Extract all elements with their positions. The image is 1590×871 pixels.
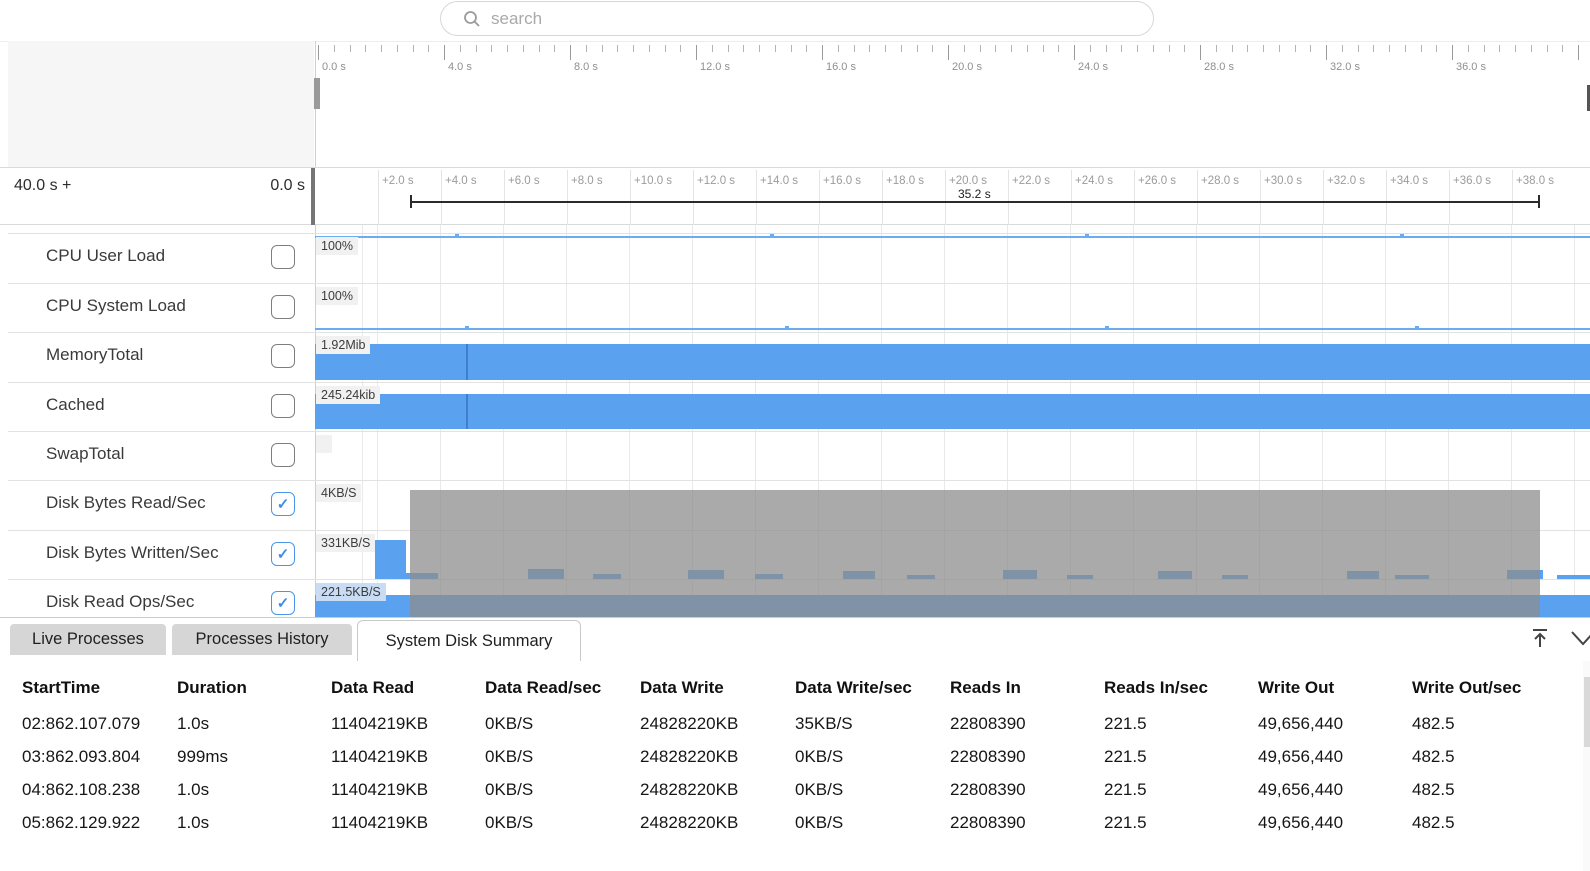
table-cell: 04:862.108.238 xyxy=(22,780,141,799)
table-cell: 24828220KB xyxy=(640,714,739,733)
scale-value-chip xyxy=(316,435,332,453)
table-cell: 1.0s xyxy=(177,780,210,799)
table-cell: 999ms xyxy=(177,747,229,766)
table-scrollbar-thumb[interactable] xyxy=(1584,677,1590,747)
table-cell: 11404219KB xyxy=(331,780,429,799)
row-separator xyxy=(8,332,1590,333)
metric-checkbox[interactable] xyxy=(271,394,295,418)
performance-monitor-window: search 0.0 s 4.0 s 8.0 s 12.0 s 16.0 s 20.0 s… xyxy=(0,0,1590,871)
table-row[interactable]: 04:862.108.238 1.0s 11404219KB 0KB/S 2482822… xyxy=(0,776,1590,809)
table-header-cell: StartTime xyxy=(22,678,101,697)
table-header-cell: Data Write/sec xyxy=(795,678,912,697)
panel-controls xyxy=(1520,626,1590,652)
table-header-cell: Data Read xyxy=(331,678,415,697)
table-cell: 24828220KB xyxy=(640,747,739,766)
table-header-cell: Write Out/sec xyxy=(1412,678,1522,697)
table-cell: 1.0s xyxy=(177,714,210,733)
table-cell: 22808390 xyxy=(950,747,1026,766)
table-cell: 05:862.129.922 xyxy=(22,813,141,832)
table-cell: 24828220KB xyxy=(640,813,739,832)
table-cell: 35KB/S xyxy=(795,714,853,733)
scale-value-chip: 100% xyxy=(316,287,358,305)
table-cell: 221.5 xyxy=(1104,780,1147,799)
table-cell: 11404219KB xyxy=(331,714,429,733)
table-cell: 49,656,440 xyxy=(1258,747,1344,766)
table-header-cell: Duration xyxy=(177,678,247,697)
table-cell: 03:862.093.804 xyxy=(22,747,141,766)
table-row[interactable]: 05:862.129.922 1.0s 11404219KB 0KB/S 2482822… xyxy=(0,809,1590,842)
chevron-down-icon[interactable] xyxy=(1568,626,1590,650)
system-disk-summary-table: StartTime Duration Data Read Data Read/sec D… xyxy=(0,666,1590,871)
table-cell: 0KB/S xyxy=(795,747,844,766)
table-header-cell: Write Out xyxy=(1258,678,1335,697)
table-header-cell: Reads In/sec xyxy=(1104,678,1208,697)
table-cell: 482.5 xyxy=(1412,714,1455,733)
metric-row-label[interactable]: SwapTotal xyxy=(46,444,124,464)
table-cell: 1.0s xyxy=(177,813,210,832)
table-cell: 49,656,440 xyxy=(1258,813,1344,832)
details-panel: Live Processes Processes History System Di… xyxy=(0,617,1590,871)
scale-value-chip: 100% xyxy=(316,237,358,255)
table-cell: 49,656,440 xyxy=(1258,780,1344,799)
table-row[interactable]: 03:862.093.804 999ms 11404219KB 0KB/S 248282… xyxy=(0,743,1590,776)
metric-checkbox[interactable] xyxy=(271,344,295,368)
tab-system-disk-summary[interactable]: System Disk Summary xyxy=(357,620,581,661)
row-separator xyxy=(8,233,1590,234)
table-cell: 482.5 xyxy=(1412,813,1455,832)
scale-value-chip: 331KB/S xyxy=(316,534,376,552)
metric-row-label[interactable]: Disk Bytes Written/Sec xyxy=(46,543,219,563)
row-separator xyxy=(8,431,1590,432)
table-cell: 0KB/S xyxy=(795,780,844,799)
metric-checkbox[interactable]: ✓ xyxy=(271,591,295,615)
scale-value-chip: 221.5KB/S xyxy=(316,583,386,601)
scale-value-chip: 4KB/S xyxy=(316,484,362,502)
table-cell: 22808390 xyxy=(950,780,1026,799)
row-separator xyxy=(8,480,1590,481)
metric-checkbox[interactable]: ✓ xyxy=(271,492,295,516)
table-row[interactable]: 02:862.107.079 1.0s 11404219KB 0KB/S 2482822… xyxy=(0,710,1590,743)
metric-row-label[interactable]: Disk Read Ops/Sec xyxy=(46,592,194,612)
metric-checkbox[interactable] xyxy=(271,295,295,319)
table-cell: 0KB/S xyxy=(795,813,844,832)
scale-value-chip: 245.24kib xyxy=(316,386,381,404)
table-cell: 221.5 xyxy=(1104,813,1147,832)
table-cell: 482.5 xyxy=(1412,747,1455,766)
table-header-cell: Data Read/sec xyxy=(485,678,602,697)
dock-to-top-icon[interactable] xyxy=(1528,626,1552,650)
table-cell: 0KB/S xyxy=(485,780,534,799)
table-cell: 221.5 xyxy=(1104,714,1147,733)
table-cell: 0KB/S xyxy=(485,714,534,733)
table-cell: 49,656,440 xyxy=(1258,714,1344,733)
tab-processes-history[interactable]: Processes History xyxy=(172,624,352,655)
scale-value-chip: 1.92Mib xyxy=(316,336,371,354)
metric-row-label[interactable]: Disk Bytes Read/Sec xyxy=(46,493,206,513)
table-header-cell: Data Write xyxy=(640,678,724,697)
table-cell: 482.5 xyxy=(1412,780,1455,799)
metric-checkbox[interactable] xyxy=(271,245,295,269)
metric-row-label[interactable]: CPU System Load xyxy=(46,296,186,316)
selection-overlay[interactable] xyxy=(410,490,1540,617)
metric-row-label[interactable]: CPU User Load xyxy=(46,246,165,266)
metric-row-label[interactable]: Cached xyxy=(46,395,105,415)
metric-checkbox[interactable]: ✓ xyxy=(271,542,295,566)
table-cell: 0KB/S xyxy=(485,747,534,766)
table-cell: 22808390 xyxy=(950,714,1026,733)
row-separator xyxy=(8,382,1590,383)
table-cell: 11404219KB xyxy=(331,747,429,766)
table-cell: 11404219KB xyxy=(331,813,429,832)
metric-row-label[interactable]: MemoryTotal xyxy=(46,345,143,365)
table-cell: 02:862.107.079 xyxy=(22,714,141,733)
tab-live-processes[interactable]: Live Processes xyxy=(10,624,166,655)
table-cell: 24828220KB xyxy=(640,780,739,799)
table-header-cell: Reads In xyxy=(950,678,1021,697)
table-cell: 0KB/S xyxy=(485,813,534,832)
table-cell: 221.5 xyxy=(1104,747,1147,766)
table-cell: 22808390 xyxy=(950,813,1026,832)
row-separator xyxy=(8,283,1590,284)
metric-checkbox[interactable] xyxy=(271,443,295,467)
